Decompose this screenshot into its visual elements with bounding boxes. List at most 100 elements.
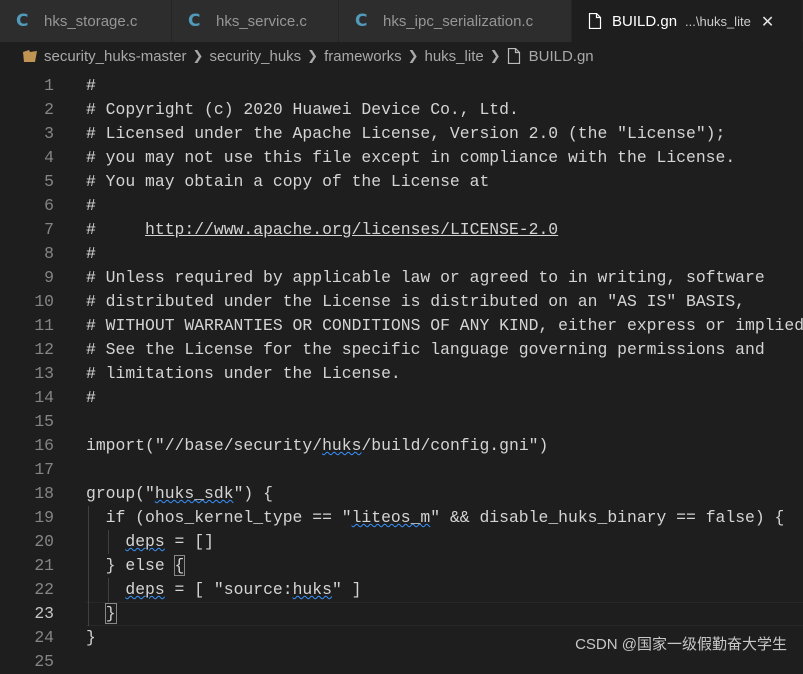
code-line[interactable]: 15 xyxy=(0,410,803,434)
code-line[interactable]: 2 # Copyright (c) 2020 Huawei Device Co.,… xyxy=(0,98,803,122)
code-text: # xyxy=(86,388,96,407)
breadcrumb-item[interactable]: security_huks xyxy=(209,48,301,65)
code-text: } xyxy=(104,603,117,624)
tab-build-gn[interactable]: BUILD.gn ...\huks_lite ✕ xyxy=(572,0,803,42)
tab-description: ...\huks_lite xyxy=(685,13,751,29)
line-number: 18 xyxy=(34,484,54,503)
code-text: # Unless required by applicable law or a… xyxy=(86,268,765,287)
code-text: # xyxy=(86,76,96,95)
line-number: 9 xyxy=(44,268,54,287)
line-number: 3 xyxy=(44,124,54,143)
line-number: 8 xyxy=(44,244,54,263)
tab-hks-ipc-serialization[interactable]: C hks_ipc_serialization.c xyxy=(339,0,572,42)
code-line[interactable]: 17 xyxy=(0,458,803,482)
code-text: # distributed under the License is distr… xyxy=(86,292,746,311)
line-number: 1 xyxy=(44,76,54,95)
breadcrumb: security_huks-master ❯ security_huks ❯ f… xyxy=(0,42,803,70)
line-number: 2 xyxy=(44,100,54,119)
line-number: 12 xyxy=(34,340,54,359)
tab-hks-service[interactable]: C hks_service.c xyxy=(172,0,339,42)
breadcrumb-item[interactable]: BUILD.gn xyxy=(529,48,594,65)
code-text: } else { xyxy=(86,555,186,576)
line-number: 16 xyxy=(34,436,54,455)
code-line[interactable]: 20 deps = [] xyxy=(0,530,803,554)
tab-label: hks_ipc_serialization.c xyxy=(383,12,534,30)
current-line-highlight xyxy=(86,602,803,626)
tab-bar: C hks_storage.c C hks_service.c C hks_ip… xyxy=(0,0,803,42)
code-line[interactable]: 23 } xyxy=(0,602,803,626)
line-number: 21 xyxy=(34,556,54,575)
line-number: 20 xyxy=(34,532,54,551)
code-text: } xyxy=(86,628,96,647)
line-number: 19 xyxy=(34,508,54,527)
code-line[interactable]: 7 # http://www.apache.org/licenses/LICENS… xyxy=(0,218,803,242)
line-number: 24 xyxy=(34,628,54,647)
line-number: 17 xyxy=(34,460,54,479)
code-text: # you may not use this file except in co… xyxy=(86,148,736,167)
breadcrumb-item[interactable]: huks_lite xyxy=(425,48,484,65)
code-line[interactable]: 21 } else { xyxy=(0,554,803,578)
code-line[interactable]: 22 deps = [ "source:huks" ] xyxy=(0,578,803,602)
tab-label: hks_storage.c xyxy=(44,12,138,30)
chevron-right-icon: ❯ xyxy=(307,48,319,64)
line-number: 4 xyxy=(44,148,54,167)
line-number: 25 xyxy=(34,652,54,671)
code-line[interactable]: 11 # WITHOUT WARRANTIES OR CONDITIONS OF … xyxy=(0,314,803,338)
code-line[interactable]: 6 # xyxy=(0,194,803,218)
code-text: import("//base/security/huks/build/confi… xyxy=(86,436,549,455)
code-text: # Copyright (c) 2020 Huawei Device Co., … xyxy=(86,100,519,119)
tab-hks-storage[interactable]: C hks_storage.c xyxy=(0,0,172,42)
c-file-icon: C xyxy=(355,11,368,31)
file-icon xyxy=(588,12,602,30)
code-line[interactable]: 10 # distributed under the License is dis… xyxy=(0,290,803,314)
code-text: # Licensed under the Apache License, Ver… xyxy=(86,124,726,143)
code-line[interactable]: 1 # xyxy=(0,74,803,98)
chevron-right-icon: ❯ xyxy=(407,48,419,64)
code-line[interactable]: 19 if (ohos_kernel_type == "liteos_m" &&… xyxy=(0,506,803,530)
c-file-icon: C xyxy=(16,11,29,31)
code-line[interactable]: 13 # limitations under the License. xyxy=(0,362,803,386)
code-text: # xyxy=(86,244,96,263)
code-line[interactable]: 18 group("huks_sdk") { xyxy=(0,482,803,506)
code-text: # You may obtain a copy of the License a… xyxy=(86,172,490,191)
code-line[interactable]: 4 # you may not use this file except in c… xyxy=(0,146,803,170)
code-line[interactable]: 12 # See the License for the specific lan… xyxy=(0,338,803,362)
watermark: CSDN @国家一级假勤奋大学生 xyxy=(575,636,787,653)
file-icon xyxy=(507,47,521,65)
code-text: # xyxy=(86,196,96,215)
line-number: 14 xyxy=(34,388,54,407)
code-text: # WITHOUT WARRANTIES OR CONDITIONS OF AN… xyxy=(86,316,803,335)
license-link[interactable]: http://www.apache.org/licenses/LICENSE-2… xyxy=(145,220,558,239)
code-line[interactable]: 14 # xyxy=(0,386,803,410)
line-number: 5 xyxy=(44,172,54,191)
line-number: 6 xyxy=(44,196,54,215)
breadcrumb-item[interactable]: frameworks xyxy=(324,48,402,65)
code-line[interactable]: 3 # Licensed under the Apache License, Ve… xyxy=(0,122,803,146)
line-number: 10 xyxy=(34,292,54,311)
line-number: 15 xyxy=(34,412,54,431)
code-text: # limitations under the License. xyxy=(86,364,401,383)
code-text: deps = [] xyxy=(125,532,214,551)
code-line[interactable]: 5 # You may obtain a copy of the License … xyxy=(0,170,803,194)
line-number: 13 xyxy=(34,364,54,383)
code-line[interactable]: 16 import("//base/security/huks/build/con… xyxy=(0,434,803,458)
code-editor[interactable]: 1 #2 # Copyright (c) 2020 Huawei Device Co… xyxy=(0,70,803,671)
close-icon[interactable]: ✕ xyxy=(761,12,774,31)
tab-label: BUILD.gn xyxy=(612,12,678,30)
code-line[interactable]: 9 # Unless required by applicable law or … xyxy=(0,266,803,290)
chevron-right-icon: ❯ xyxy=(192,48,204,64)
line-number: 23 xyxy=(34,604,54,623)
line-number: 22 xyxy=(34,580,54,599)
breadcrumb-item[interactable]: security_huks-master xyxy=(44,48,187,65)
code-line[interactable]: 8 # xyxy=(0,242,803,266)
code-text: if (ohos_kernel_type == "liteos_m" && di… xyxy=(86,508,785,527)
line-number: 11 xyxy=(34,316,54,335)
code-text: group("huks_sdk") { xyxy=(86,484,273,503)
indent-guide xyxy=(88,506,89,626)
folder-icon xyxy=(22,49,38,63)
c-file-icon: C xyxy=(188,11,201,31)
indent-guide xyxy=(108,530,109,554)
line-number: 7 xyxy=(44,220,54,239)
code-text: # See the License for the specific langu… xyxy=(86,340,765,359)
tab-label: hks_service.c xyxy=(216,12,307,30)
